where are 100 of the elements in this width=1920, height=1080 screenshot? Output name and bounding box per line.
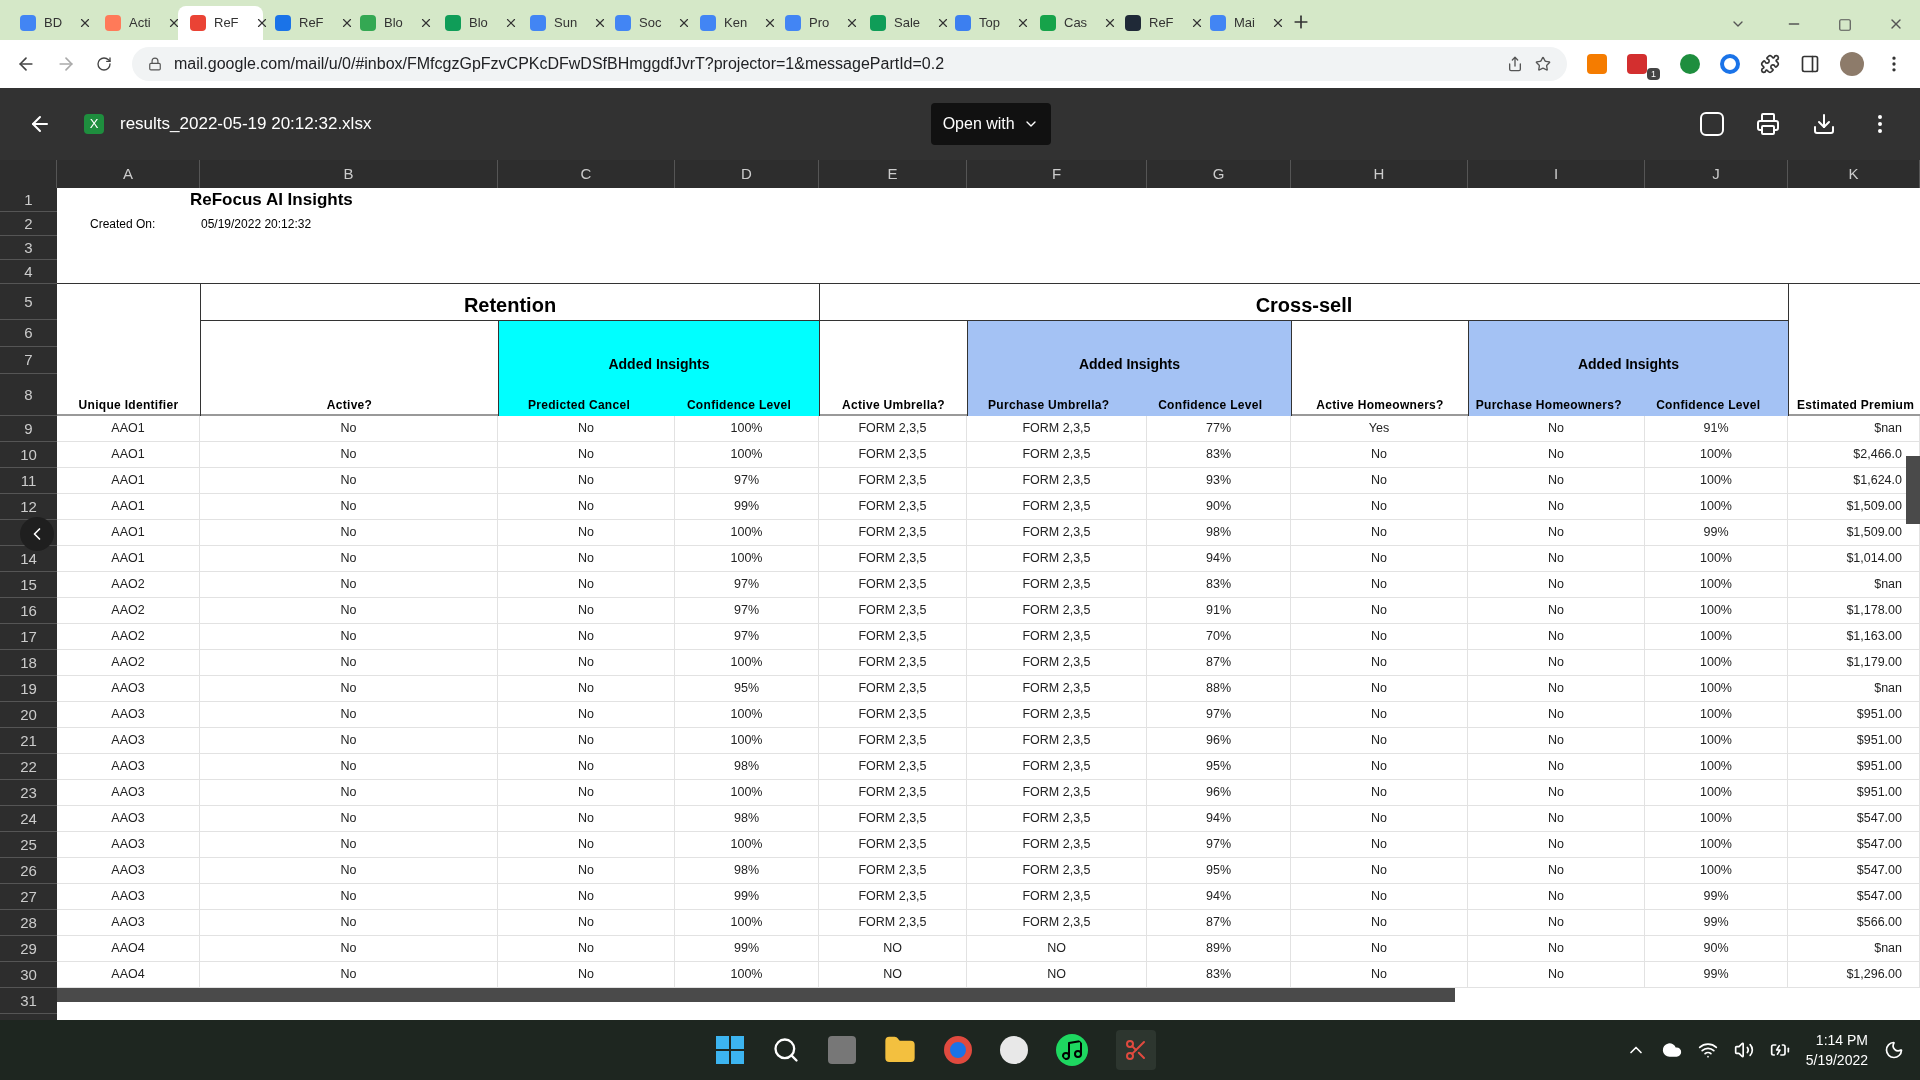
browser-tab[interactable]: Blo: [348, 6, 433, 40]
start-icon[interactable]: [715, 1036, 744, 1064]
horizontal-scrollbar[interactable]: [57, 988, 1455, 1002]
browser-tab[interactable]: BD: [8, 6, 93, 40]
favicon-icon: [360, 15, 376, 31]
bookmark-icon[interactable]: [1535, 56, 1551, 72]
column-header[interactable]: D: [675, 160, 819, 188]
share-icon[interactable]: [1507, 56, 1523, 72]
row-header[interactable]: 23: [20, 784, 37, 801]
download-icon[interactable]: [1812, 112, 1836, 136]
row-header[interactable]: 31: [20, 992, 37, 1009]
row-header[interactable]: 19: [20, 680, 37, 697]
table-cell: $1,163.00: [1788, 624, 1920, 649]
row-header[interactable]: 6: [24, 325, 33, 341]
table-cell: 100%: [675, 416, 819, 441]
table-cell: 99%: [675, 494, 819, 519]
row-header[interactable]: 27: [20, 888, 37, 905]
print-icon[interactable]: [1756, 112, 1780, 136]
wifi-icon[interactable]: [1697, 1040, 1718, 1060]
row-header[interactable]: 14: [20, 550, 37, 567]
row-header[interactable]: 24: [20, 810, 37, 827]
table-cell: $547.00: [1788, 806, 1920, 831]
extensions-icon[interactable]: [1760, 54, 1780, 74]
browser-tab[interactable]: Ken: [688, 6, 773, 40]
clock-date[interactable]: 5/19/2022: [1805, 1050, 1868, 1070]
row-header[interactable]: 26: [20, 862, 37, 879]
row-header[interactable]: 15: [20, 576, 37, 593]
open-with-button[interactable]: Open with: [930, 103, 1051, 145]
browser-tab[interactable]: Blo: [433, 6, 518, 40]
chat-app-icon[interactable]: [999, 1036, 1028, 1064]
table-cell: FORM 2,3,5: [967, 754, 1147, 779]
row-header[interactable]: 21: [20, 732, 37, 749]
row-header[interactable]: 20: [20, 706, 37, 723]
column-header[interactable]: J: [1645, 160, 1788, 188]
column-header[interactable]: H: [1291, 160, 1468, 188]
browser-tab[interactable]: Sale: [858, 6, 943, 40]
moon-icon[interactable]: [1884, 1040, 1904, 1060]
table-cell: No: [1291, 468, 1468, 493]
browser-icon[interactable]: [943, 1036, 972, 1064]
browser-tab[interactable]: ReF: [263, 6, 348, 40]
table-cell: AAO3: [57, 858, 200, 883]
column-header[interactable]: E: [819, 160, 967, 188]
restore-icon[interactable]: [1838, 18, 1852, 32]
table-cell: NO: [819, 962, 967, 987]
row-header[interactable]: 28: [20, 914, 37, 931]
column-header[interactable]: C: [498, 160, 675, 188]
clock-time[interactable]: 1:14 PM: [1815, 1030, 1868, 1050]
column-header[interactable]: F: [967, 160, 1147, 188]
table-cell: 100%: [675, 650, 819, 675]
browser-tab[interactable]: Top: [943, 6, 1028, 40]
vertical-scrollbar[interactable]: [1906, 456, 1920, 524]
row-header[interactable]: 5: [24, 293, 33, 310]
task-view-icon[interactable]: [827, 1036, 856, 1064]
browser-tab[interactable]: Pro: [773, 6, 858, 40]
group-title: Added Insights: [1078, 355, 1181, 374]
row-header[interactable]: 1: [24, 191, 33, 208]
table-cell: 100%: [1645, 442, 1788, 467]
address-field[interactable]: mail.google.com/mail/u/0/#inbox/FMfcgzGpFzvCPKcDFwDSfBHmggdfJvrT?projector=1&messagePartId=0.2: [132, 47, 1567, 81]
extension-icon[interactable]: [1627, 54, 1647, 74]
row-header[interactable]: 4: [24, 263, 33, 280]
music-icon[interactable]: [1055, 1034, 1088, 1066]
column-header[interactable]: G: [1147, 160, 1291, 188]
row-header[interactable]: 12: [20, 498, 37, 515]
row-header[interactable]: 18: [20, 654, 37, 671]
table-cell: 100%: [675, 442, 819, 467]
search-icon[interactable]: [771, 1036, 800, 1064]
row-header[interactable]: 29: [20, 940, 37, 957]
reload-icon[interactable]: [96, 56, 112, 72]
row-header[interactable]: 30: [20, 966, 37, 983]
row-header[interactable]: 3: [24, 239, 33, 256]
row-header[interactable]: 10: [20, 446, 37, 463]
cloud-icon[interactable]: [1661, 1040, 1682, 1060]
table-cell: $951.00: [1788, 702, 1920, 727]
extension-icon[interactable]: [1720, 54, 1740, 74]
row-header[interactable]: 7: [24, 352, 33, 368]
column-header[interactable]: I: [1468, 160, 1645, 188]
column-header[interactable]: A: [57, 160, 200, 188]
side-panel-icon[interactable]: [1800, 54, 1820, 74]
table-cell: 100%: [1645, 468, 1788, 493]
browser-tab[interactable]: Soc: [603, 6, 688, 40]
row-header[interactable]: 8: [24, 386, 33, 403]
row-header[interactable]: 16: [20, 602, 37, 619]
browser-tab[interactable]: Sun: [518, 6, 603, 40]
browser-tab[interactable]: Cas: [1028, 6, 1113, 40]
table-cell: 100%: [675, 780, 819, 805]
row-header[interactable]: 25: [20, 836, 37, 853]
browser-tab[interactable]: ReF: [1113, 6, 1198, 40]
row-header[interactable]: 17: [20, 628, 37, 645]
browser-tab[interactable]: Acti: [93, 6, 178, 40]
row-header[interactable]: 11: [20, 472, 37, 489]
row-header[interactable]: 9: [24, 420, 33, 437]
volume-icon[interactable]: [1733, 1040, 1754, 1060]
snipping-tool-icon[interactable]: [1115, 1030, 1156, 1070]
row-header[interactable]: 2: [24, 215, 33, 232]
column-header[interactable]: B: [200, 160, 498, 188]
column-header[interactable]: K: [1788, 160, 1920, 188]
avatar-icon[interactable]: [1840, 52, 1864, 76]
row-header[interactable]: 22: [20, 758, 37, 775]
table-cell: 100%: [675, 832, 819, 857]
browser-tab[interactable]: Mai: [1198, 6, 1283, 40]
